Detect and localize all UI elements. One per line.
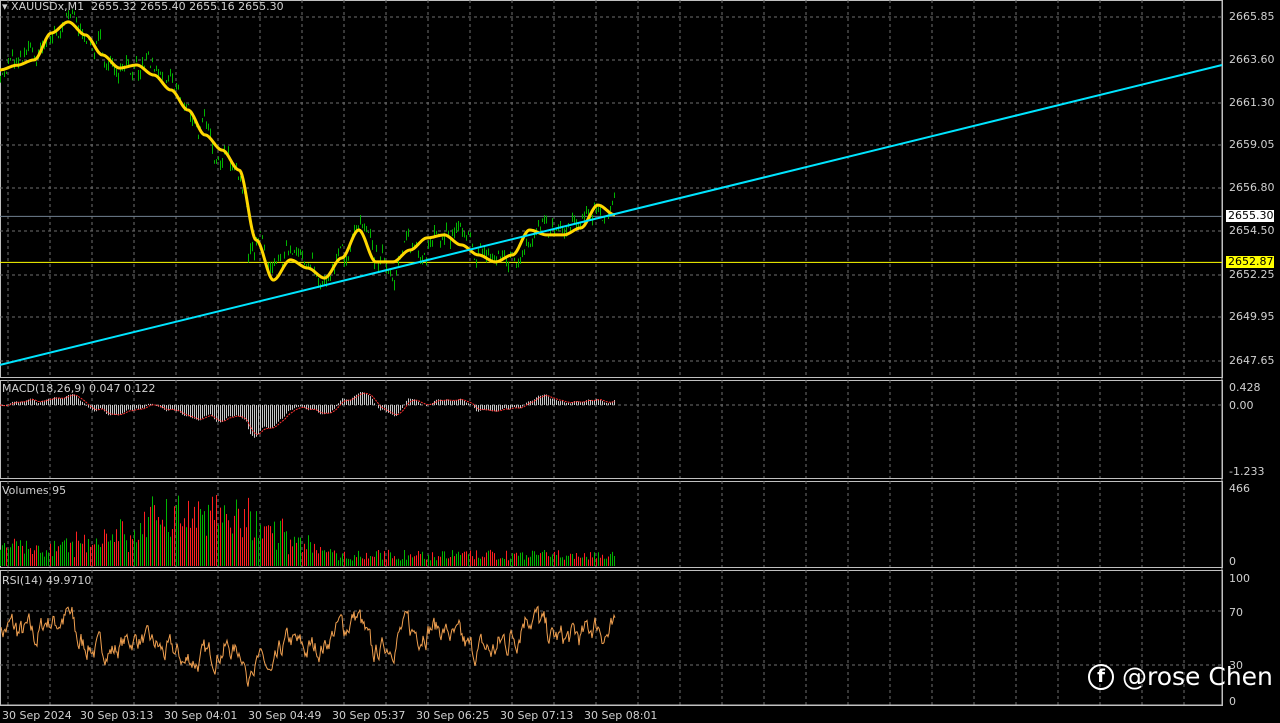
volumes-label: Volumes 95 xyxy=(2,484,67,497)
price-axis-label: 2652.25 xyxy=(1229,268,1275,281)
volumes-axis-max: 466 xyxy=(1229,482,1250,495)
macd-label: MACD(18,26,9) 0.047 0.122 xyxy=(2,382,156,395)
time-axis-label: 30 Sep 03:13 xyxy=(80,709,154,722)
rsi-label: RSI(14) 49.9710 xyxy=(2,574,92,587)
macd-axis-zero: 0.00 xyxy=(1229,399,1254,412)
price-axis-label: 2659.05 xyxy=(1229,138,1275,151)
pane-border xyxy=(0,481,1223,568)
price-axis-label: 2654.50 xyxy=(1229,224,1275,237)
time-axis-label: 30 Sep 06:25 xyxy=(416,709,490,722)
macd-axis-min: -1.233 xyxy=(1229,465,1265,478)
volumes-axis-min: 0 xyxy=(1229,555,1236,568)
price-axis-label: 2661.30 xyxy=(1229,96,1275,109)
time-axis-label: 30 Sep 04:49 xyxy=(248,709,322,722)
time-axis-label: 30 Sep 08:01 xyxy=(584,709,658,722)
time-axis-label: 30 Sep 07:13 xyxy=(500,709,574,722)
time-axis-label: 30 Sep 2024 xyxy=(2,709,72,722)
watermark: f @rose Chen xyxy=(1088,662,1273,691)
price-axis-label: 2656.80 xyxy=(1229,181,1275,194)
current-price-tag: 2655.30 xyxy=(1226,209,1274,222)
facebook-icon: f xyxy=(1088,663,1114,690)
rsi-axis-0: 0 xyxy=(1229,695,1236,708)
symbol-header: ▾ XAUUSDx,M1 2655.32 2655.40 2655.16 265… xyxy=(2,0,284,13)
price-axis-label: 2649.95 xyxy=(1229,310,1275,323)
time-axis-label: 30 Sep 05:37 xyxy=(332,709,406,722)
price-axis-label: 2665.85 xyxy=(1229,10,1275,23)
rsi-line xyxy=(0,605,616,687)
price-axis-label: 2647.65 xyxy=(1229,354,1275,367)
rsi-axis-70: 70 xyxy=(1229,606,1243,619)
time-axis-label: 30 Sep 04:01 xyxy=(164,709,238,722)
level-price-tag: 2652.87 xyxy=(1226,255,1274,268)
pane-border xyxy=(0,380,1223,479)
pane-border xyxy=(0,0,1223,378)
price-axis-label: 2663.60 xyxy=(1229,53,1275,66)
macd-axis-max: 0.428 xyxy=(1229,381,1261,394)
rsi-axis-100: 100 xyxy=(1229,572,1250,585)
pane-border xyxy=(0,570,1223,706)
price-chart[interactable] xyxy=(0,0,1280,723)
price-bars xyxy=(0,9,615,291)
macd-histogram xyxy=(0,392,615,438)
trendline xyxy=(0,64,1223,366)
